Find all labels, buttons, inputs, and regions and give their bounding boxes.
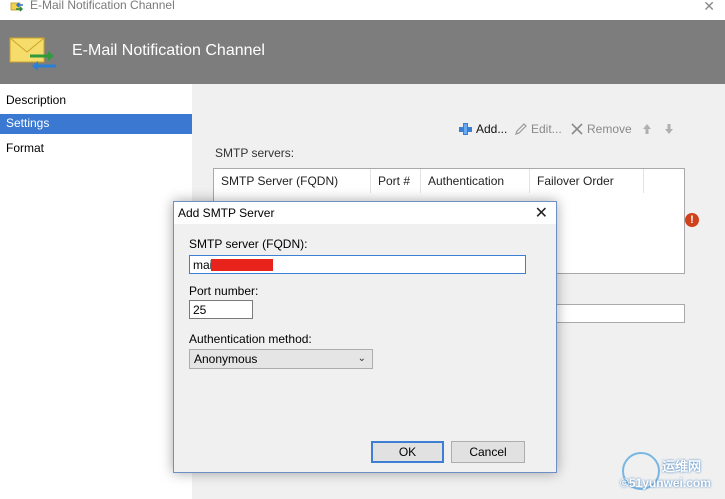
edit-button[interactable]: Edit... (514, 121, 562, 137)
arrow-up-icon (643, 124, 651, 134)
auth-method-label: Authentication method: (189, 332, 312, 346)
add-smtp-server-dialog: Add SMTP Server ✕ SMTP server (FQDN): Po… (173, 201, 557, 473)
sidebar-item-settings[interactable]: Settings (0, 114, 192, 134)
window-title: E-Mail Notification Channel (30, 0, 175, 12)
ok-button[interactable]: OK (371, 441, 444, 463)
watermark: 运维网 ©51yunwei.com (620, 452, 725, 499)
auth-method-selected: Anonymous (194, 352, 258, 366)
panel-text-field[interactable] (556, 304, 685, 323)
move-down-button[interactable] (664, 121, 674, 137)
window-titlebar: E-Mail Notification Channel ✕ (0, 0, 725, 16)
cancel-button[interactable]: Cancel (451, 441, 525, 463)
sidebar-nav: Description Settings Format (0, 84, 192, 499)
add-icon (459, 123, 472, 135)
banner-heading: E-Mail Notification Channel (72, 42, 265, 59)
error-icon: ! (685, 213, 699, 227)
port-label: Port number: (189, 284, 259, 298)
auth-method-select[interactable]: Anonymous ⌄ (189, 349, 373, 369)
watermark-line1: 运维网 (662, 459, 702, 474)
column-header-authentication[interactable]: Authentication (421, 169, 530, 193)
edit-button-label: Edit... (531, 122, 562, 136)
envelope-arrows-icon (9, 37, 56, 71)
sidebar-item-format[interactable]: Format (0, 139, 192, 159)
column-header-failover[interactable]: Failover Order (530, 169, 644, 193)
sidebar-item-description[interactable]: Description (0, 91, 192, 111)
app-icon (10, 2, 23, 12)
arrow-down-icon (665, 124, 673, 134)
chevron-down-icon: ⌄ (357, 353, 366, 364)
add-button-label: Add... (476, 122, 508, 136)
add-button[interactable]: Add... (458, 121, 507, 137)
window-close-icon[interactable]: ✕ (703, 0, 715, 15)
column-header-port[interactable]: Port # (371, 169, 421, 193)
fqdn-label: SMTP server (FQDN): (189, 237, 308, 251)
pencil-icon (515, 123, 527, 135)
move-up-button[interactable] (642, 121, 652, 137)
remove-x-icon (571, 123, 583, 135)
remove-button[interactable]: Remove (570, 121, 632, 137)
dialog-title: Add SMTP Server (178, 206, 275, 220)
dialog-titlebar: Add SMTP Server ✕ (174, 202, 556, 224)
header-banner: E-Mail Notification Channel (0, 20, 725, 84)
redaction-mark (211, 259, 273, 271)
remove-button-label: Remove (587, 122, 632, 136)
watermark-line2: ©51yunwei.com (620, 476, 711, 490)
dialog-close-icon[interactable]: ✕ (535, 203, 548, 223)
smtp-servers-label: SMTP servers: (215, 146, 295, 160)
port-input[interactable] (189, 300, 253, 319)
column-header-fqdn[interactable]: SMTP Server (FQDN) (214, 169, 371, 193)
